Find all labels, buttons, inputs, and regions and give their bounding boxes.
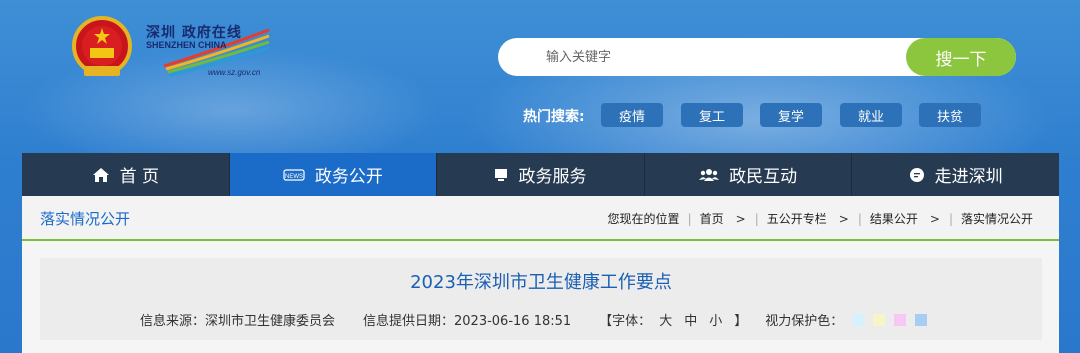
article-source: 信息来源：深圳市卫生健康委员会	[140, 314, 336, 329]
eye-protection-label: 视力保护色：	[765, 314, 844, 329]
font-size-large-button[interactable]: 大	[659, 310, 672, 329]
nav-item-label: 政民互动	[729, 167, 798, 187]
search-box: 搜一下	[498, 38, 1016, 76]
hot-tag-link[interactable]: 疫情	[601, 103, 663, 127]
article-title: 2023年深圳市卫生健康工作要点	[410, 272, 672, 293]
hot-tag-link[interactable]: 复工	[681, 103, 743, 127]
search-input[interactable]	[546, 38, 896, 76]
monitor-icon	[495, 168, 508, 181]
hot-tag-link[interactable]: 就业	[840, 103, 902, 127]
font-size-medium-button[interactable]: 中	[684, 310, 697, 329]
breadcrumb: 您现在的位置 | 首页 > | 五公开专栏 > | 结果公开 > | 落实情况公…	[608, 210, 1033, 227]
logo-url-text: www.sz.gov.cn	[208, 68, 261, 77]
content-panel: 落实情况公开 您现在的位置 | 首页 > | 五公开专栏 > | 结果公开 > …	[22, 196, 1059, 353]
section-title: 落实情况公开	[40, 210, 131, 228]
breadcrumb-link-five-open[interactable]: 五公开专栏	[767, 210, 827, 227]
breadcrumb-link-current[interactable]: 落实情况公开	[961, 210, 1033, 227]
eye-color-swatch-cyan[interactable]	[852, 313, 865, 326]
hot-tag-link[interactable]: 复学	[760, 103, 822, 127]
breadcrumb-link-home[interactable]: 首页	[700, 210, 724, 227]
breadcrumb-location-label: 您现在的位置	[607, 212, 680, 226]
font-size-close: 】	[734, 314, 748, 329]
svg-text:NEWS: NEWS	[285, 174, 303, 180]
search-button[interactable]: 搜一下	[906, 38, 1016, 76]
breadcrumb-link-results[interactable]: 结果公开	[870, 210, 918, 227]
nav-item-label: 政务服务	[518, 167, 587, 187]
nav-item-home[interactable]: 首 页	[22, 153, 230, 196]
chevron-right-icon: >	[929, 211, 940, 226]
breadcrumb-divider: |	[687, 211, 692, 226]
nav-item-shenzhen[interactable]: 走进深圳	[852, 153, 1059, 196]
national-emblem-logo	[72, 16, 132, 76]
article-header: 2023年深圳市卫生健康工作要点 信息来源：深圳市卫生健康委员会 信息提供日期：…	[40, 258, 1042, 340]
chat-icon	[909, 167, 924, 182]
chevron-right-icon: >	[838, 211, 849, 226]
main-nav: 首 页 NEWS 政务公开 政务服务 政民互动 走进深圳	[22, 153, 1059, 196]
hot-tag-link[interactable]: 扶贫	[919, 103, 981, 127]
nav-item-interaction[interactable]: 政民互动	[645, 153, 853, 196]
nav-item-gov-affairs[interactable]: NEWS 政务公开	[229, 153, 438, 196]
font-size-small-button[interactable]: 小	[709, 310, 722, 329]
users-icon	[699, 168, 720, 181]
breadcrumb-divider: |	[857, 211, 862, 226]
nav-item-gov-service[interactable]: 政务服务	[437, 153, 645, 196]
nav-item-label: 政务公开	[314, 167, 383, 187]
logo-chinese-text: 深圳 政府在线	[146, 25, 242, 41]
breadcrumb-divider: |	[754, 211, 759, 226]
news-icon: NEWS	[283, 168, 305, 181]
breadcrumb-divider: |	[948, 211, 953, 226]
eye-color-swatch-blue[interactable]	[915, 313, 928, 326]
nav-item-label: 走进深圳	[934, 167, 1003, 187]
eye-color-swatch-pink[interactable]	[894, 313, 907, 326]
chevron-right-icon: >	[735, 211, 746, 226]
hot-search-label: 热门搜索:	[523, 109, 585, 125]
article-meta: 信息来源：深圳市卫生健康委员会 信息提供日期：2023-06-16 18:51 …	[140, 310, 928, 329]
article-date: 信息提供日期：2023-06-16 18:51	[363, 314, 572, 329]
eye-color-swatch-yellow[interactable]	[873, 313, 886, 326]
breadcrumb-bar: 落实情况公开 您现在的位置 | 首页 > | 五公开专栏 > | 结果公开 > …	[22, 196, 1059, 241]
logo-english-text: SHENZHEN CHINA	[146, 40, 227, 50]
font-size-label: 【字体：	[599, 314, 652, 329]
nav-item-label: 首 页	[119, 167, 159, 187]
home-icon	[92, 167, 109, 182]
